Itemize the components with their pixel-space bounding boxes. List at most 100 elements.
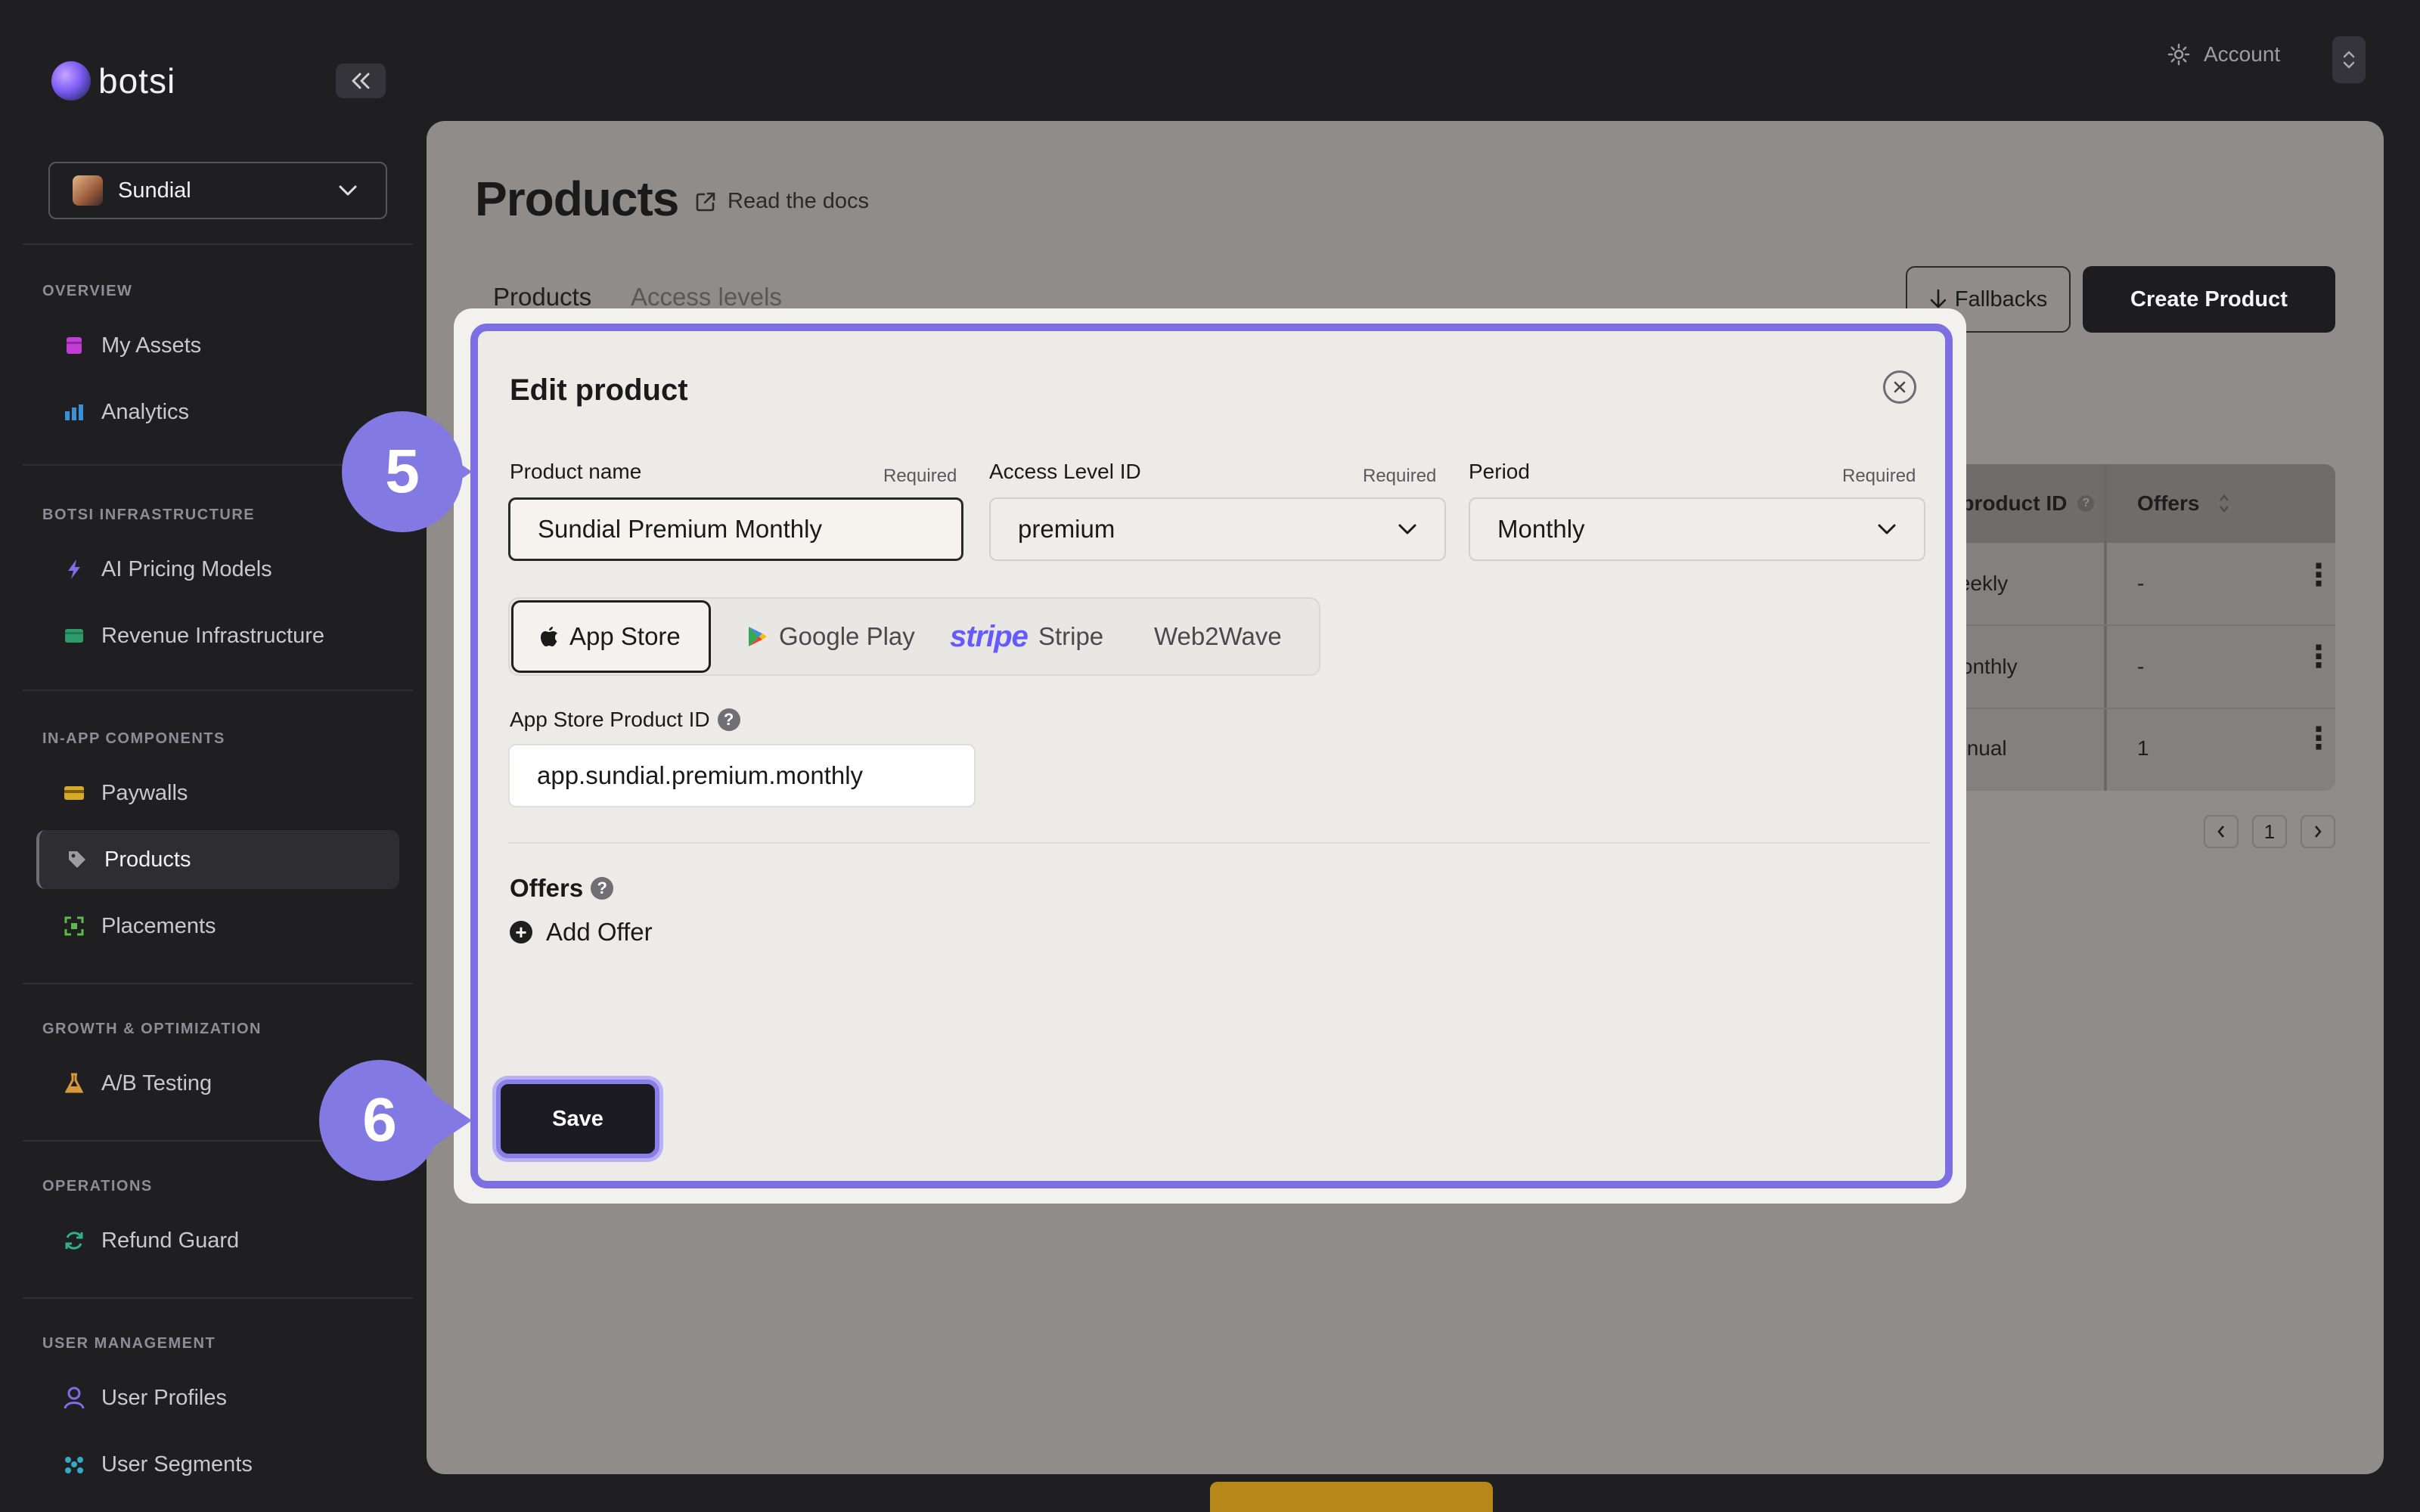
create-product-button[interactable]: Create Product (2083, 266, 2335, 333)
sidebar-item-ai-pricing[interactable]: AI Pricing Models (36, 540, 399, 599)
tab-label: App Store (569, 622, 681, 650)
botsi-logo-icon (51, 61, 91, 101)
google-play-icon (749, 627, 767, 646)
sidebar-item-label: AI Pricing Models (101, 556, 272, 581)
save-button[interactable]: Save (496, 1080, 659, 1158)
logo[interactable]: botsi (51, 60, 175, 101)
tag-icon (67, 849, 88, 870)
offers-heading: Offers ? (510, 874, 614, 903)
page-title: Products (475, 172, 679, 226)
bottom-banner[interactable] (1210, 1482, 1493, 1512)
required-label: Required (1842, 466, 1916, 486)
sidebar-divider (23, 689, 413, 691)
close-modal-button[interactable] (1883, 370, 1916, 404)
refresh-icon (64, 1230, 85, 1251)
chevron-down-icon (333, 175, 363, 206)
add-offer-button[interactable]: + Add Offer (510, 918, 653, 947)
step-callout-5: 5 (342, 411, 463, 532)
sidebar-item-label: Refund Guard (101, 1228, 240, 1253)
tab-label: Stripe (1038, 622, 1104, 650)
account-button[interactable]: Account (2167, 42, 2280, 67)
read-docs-label: Read the docs (728, 189, 870, 213)
required-label: Required (1363, 466, 1437, 486)
products-table: e product ID ? Offers _weekly - ⋮ _month… (1931, 464, 2335, 791)
sidebar-item-label: Analytics (101, 399, 190, 424)
chevrons-left-icon (352, 73, 370, 89)
sidebar-item-label: My Assets (101, 333, 202, 358)
sidebar-divider (23, 243, 413, 245)
store-product-label-text: App Store Product ID (510, 708, 710, 731)
section-infra: BOTSI INFRASTRUCTURE (42, 507, 256, 523)
tab-access-levels[interactable]: Access levels (631, 283, 782, 311)
sidebar-item-refund-guard[interactable]: Refund Guard (36, 1211, 399, 1270)
read-docs-link[interactable]: Read the docs (694, 189, 869, 214)
app-selector[interactable]: Sundial (48, 162, 387, 219)
lightning-icon (64, 559, 85, 580)
sidebar-item-products[interactable]: Products (36, 830, 399, 889)
tab-products[interactable]: Products (493, 283, 591, 311)
table-header[interactable]: Offers (2107, 464, 2335, 543)
sidebar-item-user-profiles[interactable]: User Profiles (36, 1368, 399, 1427)
page-number[interactable]: 1 (2252, 815, 2287, 848)
store-product-label: App Store Product ID ? (510, 708, 740, 732)
section-ops: OPERATIONS (42, 1178, 153, 1194)
modal-title: Edit product (510, 373, 688, 407)
store-product-id-value: app.sundial.premium.monthly (537, 761, 864, 789)
user-icon (64, 1387, 85, 1409)
external-link-icon (696, 192, 715, 211)
section-divider (508, 842, 1930, 844)
sidebar-item-my-assets[interactable]: My Assets (36, 316, 399, 375)
revenue-icon (64, 625, 85, 646)
collapse-sidebar-button[interactable] (336, 64, 386, 98)
access-level-select[interactable]: premium (989, 497, 1446, 561)
stripe-logo-icon: stripe (950, 619, 1028, 653)
sidebar-item-label: User Segments (101, 1452, 253, 1476)
period-label: Period (1469, 460, 1530, 483)
tab-stripe[interactable]: stripe Stripe (924, 600, 1129, 673)
tab-google-play[interactable]: Google Play (721, 600, 941, 673)
sidebar-divider (23, 983, 413, 984)
section-overview: OVERVIEW (42, 283, 133, 299)
sidebar-item-label: Placements (101, 913, 216, 938)
help-icon[interactable]: ? (591, 877, 614, 900)
expand-toggle-button[interactable] (2332, 36, 2366, 83)
chevron-right-icon (2315, 826, 2322, 838)
tab-app-store[interactable]: App Store (511, 600, 711, 673)
sidebar-item-user-segments[interactable]: User Segments (36, 1435, 399, 1494)
sidebar-item-revenue-infrastructure[interactable]: Revenue Infrastructure (36, 606, 399, 665)
help-icon[interactable]: ? (2077, 495, 2095, 512)
help-icon[interactable]: ? (717, 708, 740, 731)
card-icon (64, 782, 85, 804)
sidebar-item-placements[interactable]: Placements (36, 897, 399, 956)
prev-page-button[interactable] (2204, 815, 2238, 848)
sidebar-item-paywalls[interactable]: Paywalls (36, 764, 399, 823)
chevrons-up-down-icon (2343, 51, 2355, 69)
sidebar-divider (23, 1297, 413, 1299)
chevron-down-icon (1398, 524, 1416, 534)
next-page-button[interactable] (2301, 815, 2335, 848)
product-name-value: Sundial Premium Monthly (538, 515, 822, 543)
sidebar-item-label: Products (104, 847, 191, 872)
fallbacks-label: Fallbacks (1954, 287, 2048, 311)
sidebar-item-label: Paywalls (101, 780, 188, 805)
section-users: USER MANAGEMENT (42, 1335, 216, 1352)
chevron-left-icon (2217, 826, 2224, 838)
row-menu-icon[interactable]: ⋮ (2304, 558, 2334, 593)
period-select[interactable]: Monthly (1469, 497, 1925, 561)
offers-title: Offers (510, 874, 584, 902)
required-label: Required (883, 466, 957, 486)
tab-web2wave[interactable]: Web2Wave (1128, 600, 1308, 673)
cell-offers: - (2137, 655, 2145, 678)
store-product-id-input[interactable]: app.sundial.premium.monthly (508, 744, 976, 807)
product-name-input[interactable]: Sundial Premium Monthly (508, 497, 963, 561)
sidebar-item-analytics[interactable]: Analytics (36, 383, 399, 442)
download-arrow-icon (1930, 289, 1947, 308)
account-label: Account (2204, 42, 2281, 66)
tab-label: Google Play (779, 622, 915, 650)
access-level-value: premium (1018, 515, 1115, 543)
edit-product-modal: Edit product Product name Required Sundi… (470, 324, 1953, 1188)
sort-icon (2220, 494, 2229, 513)
row-menu-icon[interactable]: ⋮ (2304, 721, 2334, 756)
row-menu-icon[interactable]: ⋮ (2304, 640, 2334, 674)
section-growth: GROWTH & OPTIMIZATION (42, 1021, 262, 1037)
